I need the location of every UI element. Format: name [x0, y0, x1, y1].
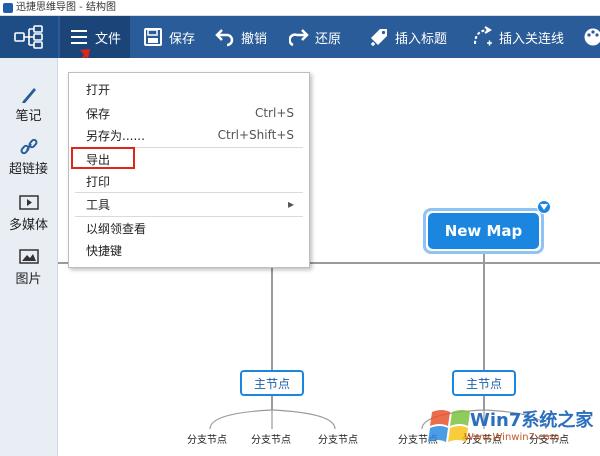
insert-relation-button[interactable]: 插入关连线: [472, 16, 564, 58]
watermark-url: Www.Winwin7.com: [464, 432, 560, 443]
pencil-icon: [19, 85, 39, 103]
export-highlight-box: [71, 147, 135, 169]
main-node[interactable]: 主节点: [240, 370, 304, 396]
undo-label: 撤销: [241, 31, 268, 47]
branch-node[interactable]: 分支节点: [187, 431, 227, 446]
title-bar: 迅捷思维导图 - 结构图: [0, 0, 600, 16]
theme-button[interactable]: [582, 16, 600, 58]
root-node-label: New Map: [428, 213, 539, 249]
menu-item-save[interactable]: 保存 Ctrl+S: [69, 102, 309, 124]
insert-topic-label: 插入标题: [395, 31, 448, 47]
root-node[interactable]: New Map: [423, 208, 544, 254]
menu-item-outline-view[interactable]: 以纲领查看: [69, 217, 309, 239]
sidebar-item-notes[interactable]: 笔记: [0, 85, 57, 124]
window-title: 迅捷思维导图 - 结构图: [16, 1, 116, 13]
connector-line: [483, 262, 485, 370]
save-icon: [142, 26, 164, 48]
relation-line-icon: [472, 26, 494, 48]
menu-item-print[interactable]: 打印: [69, 170, 309, 192]
link-icon: [19, 138, 39, 156]
sidebar-item-label: 多媒体: [8, 218, 48, 233]
save-button[interactable]: 保存: [142, 16, 195, 58]
menu-item-open[interactable]: 打开: [69, 78, 309, 100]
main-node[interactable]: 主节点: [452, 370, 516, 396]
sidebar-item-image[interactable]: 图片: [0, 248, 57, 287]
menu-item-label: 另存为......: [86, 128, 145, 143]
submenu-arrow-icon: ▸: [287, 197, 294, 211]
sidebar: 笔记 超链接 多媒体 图片: [0, 58, 58, 456]
save-label: 保存: [169, 31, 196, 47]
collapse-toggle-icon[interactable]: [537, 200, 551, 214]
file-dropdown-menu: 打开 保存 Ctrl+S 另存为...... Ctrl+Shift+S 导出 打…: [68, 72, 310, 268]
menu-item-shortcut: Ctrl+S: [254, 106, 294, 120]
sidebar-item-multimedia[interactable]: 多媒体: [0, 194, 57, 233]
menu-item-label: 打开: [86, 82, 111, 97]
redo-label: 还原: [315, 31, 342, 47]
branch-node[interactable]: 分支节点: [251, 431, 291, 446]
insert-relation-label: 插入关连线: [499, 31, 565, 47]
branch-node[interactable]: 分支节点: [318, 431, 358, 446]
insert-topic-button[interactable]: 插入标题: [368, 16, 447, 58]
media-icon: [18, 194, 39, 212]
sidebar-item-label: 超链接: [8, 162, 48, 177]
sidebar-item-hyperlink[interactable]: 超链接: [0, 138, 57, 177]
menu-item-label: 打印: [86, 174, 111, 189]
menu-item-save-as[interactable]: 另存为...... Ctrl+Shift+S: [69, 124, 309, 146]
menu-item-label: 以纲领查看: [86, 221, 147, 236]
redo-icon: [288, 26, 310, 48]
redo-button[interactable]: 还原: [288, 16, 341, 58]
app-icon: [3, 2, 13, 13]
sidebar-item-label: 图片: [15, 272, 42, 287]
menu-item-label: 工具: [86, 197, 111, 212]
image-icon: [18, 248, 39, 266]
menu-item-label: 保存: [86, 106, 111, 121]
menu-item-shortcuts[interactable]: 快捷键: [69, 239, 309, 261]
menu-item-tools[interactable]: 工具 ▸: [69, 193, 309, 215]
connector-line: [271, 262, 273, 370]
menu-item-shortcut: Ctrl+Shift+S: [217, 128, 294, 142]
undo-button[interactable]: 撤销: [214, 16, 267, 58]
undo-icon: [214, 26, 236, 48]
sidebar-item-label: 笔记: [15, 109, 42, 124]
menu-item-label: 快捷键: [86, 243, 123, 258]
watermark-brand: Win7系统之家: [470, 410, 594, 431]
palette-icon: [582, 26, 600, 48]
tag-icon: [368, 26, 390, 48]
